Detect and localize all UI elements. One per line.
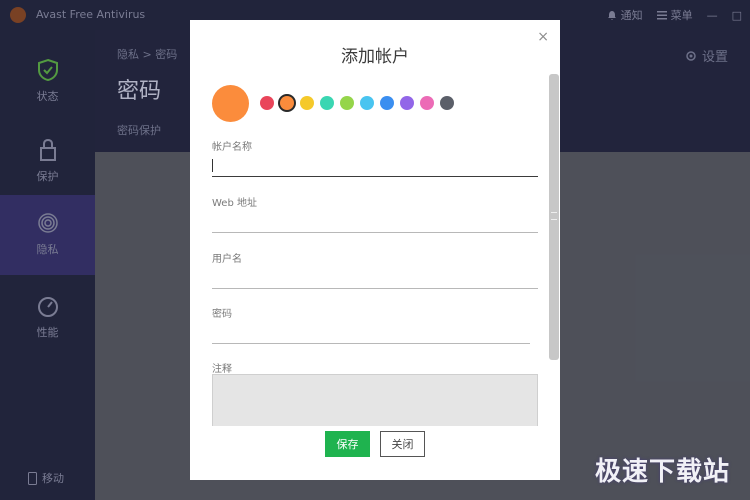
web-address-input[interactable] xyxy=(212,211,538,233)
color-swatch[interactable] xyxy=(400,96,414,110)
account-name-input[interactable] xyxy=(212,155,538,177)
color-swatch[interactable] xyxy=(300,96,314,110)
account-name-label: 帐户名称 xyxy=(212,142,252,153)
dialog-title: 添加帐户 xyxy=(341,47,409,67)
username-label: 用户名 xyxy=(212,254,242,265)
save-button[interactable]: 保存 xyxy=(325,431,370,457)
color-swatch[interactable] xyxy=(380,96,394,110)
color-swatch[interactable] xyxy=(280,96,294,110)
color-swatch[interactable] xyxy=(360,96,374,110)
color-swatch[interactable] xyxy=(260,96,274,110)
password-label: 密码 xyxy=(212,309,232,320)
color-swatch[interactable] xyxy=(420,96,434,110)
color-swatch[interactable] xyxy=(440,96,454,110)
color-swatch[interactable] xyxy=(320,96,334,110)
web-address-label: Web 地址 xyxy=(212,198,257,209)
text-caret xyxy=(212,159,213,172)
notes-textarea[interactable] xyxy=(212,374,538,426)
username-input[interactable] xyxy=(212,267,538,289)
notes-label: 注释 xyxy=(212,364,232,375)
close-icon[interactable]: × xyxy=(537,29,549,45)
account-avatar xyxy=(212,85,249,122)
scrollbar-grip xyxy=(551,212,557,220)
close-button[interactable]: 关闭 xyxy=(380,431,425,457)
scrollbar[interactable] xyxy=(549,74,559,360)
site-watermark: 极速下载站 xyxy=(594,457,730,487)
password-input[interactable] xyxy=(212,322,530,344)
color-swatch[interactable] xyxy=(340,96,354,110)
add-account-dialog: 添加帐户 × 帐户名称 Web 地址 用户名 密码 注释 保存 关闭 xyxy=(190,20,560,480)
